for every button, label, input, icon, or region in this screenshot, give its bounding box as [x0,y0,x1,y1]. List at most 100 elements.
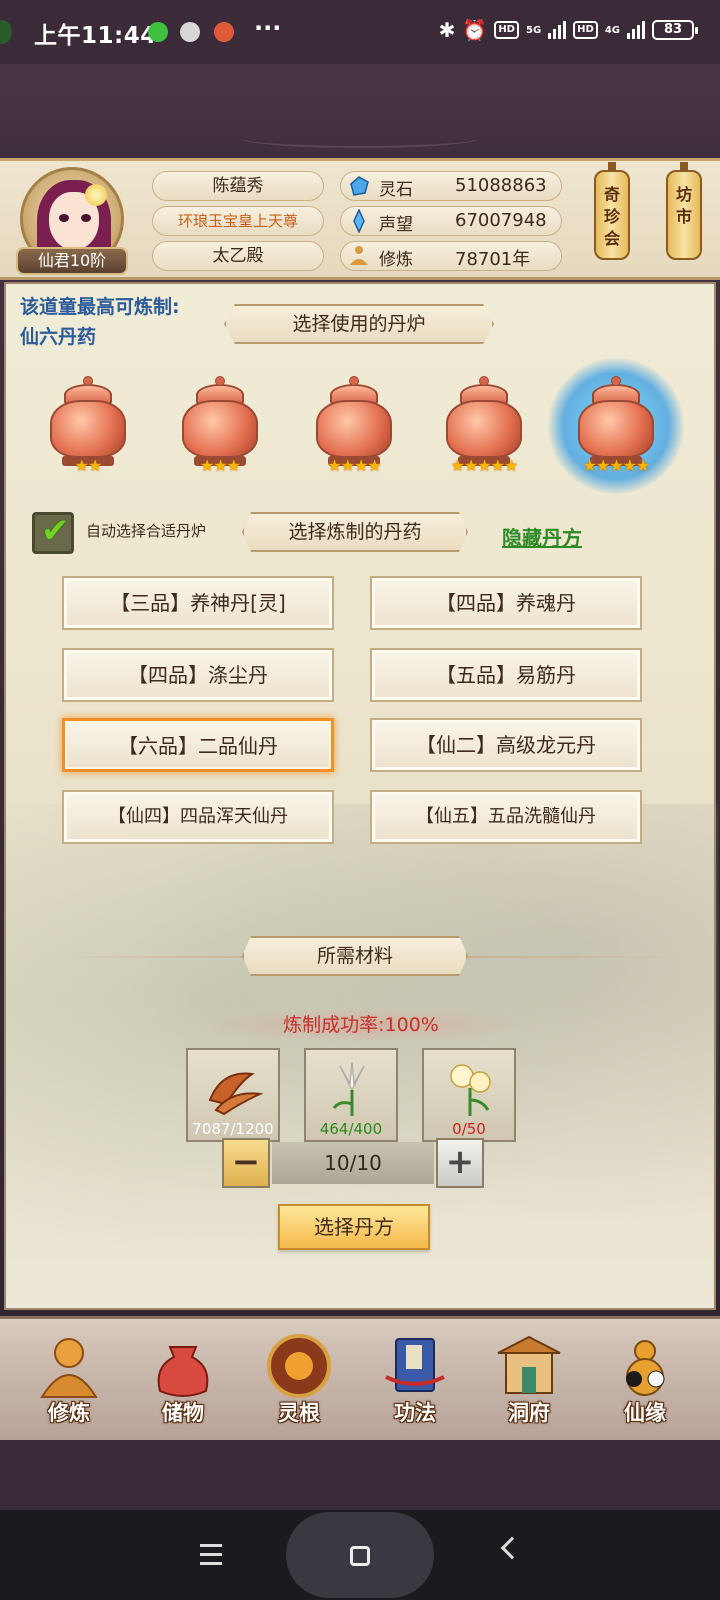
max-grade-info: 该道童最高可炼制: 仙六丹药 [20,292,180,352]
recipe-item[interactable]: 【四品】涤尘丹 [62,648,334,702]
spirit-stone-icon [350,176,369,196]
furnace-section-title: 选择使用的丹炉 [224,304,494,344]
wechat-icon [148,22,168,42]
home-icon [350,1546,370,1566]
reputation-crystal-icon [353,209,365,233]
max-grade-value: 仙六丹药 [20,326,97,348]
furnace-4-star[interactable]: ★★★★ [306,376,402,475]
app-notification-icon [180,22,200,42]
recipe-item[interactable]: 【仙五】五品洗髓仙丹 [370,790,642,844]
bag-icon [157,1346,209,1397]
hd-icon: HD [494,21,519,39]
nav-storage[interactable]: 储物 [128,1325,238,1437]
treasure-fair-button[interactable]: 奇珍会 [594,162,630,260]
decrease-button[interactable]: − [222,1138,270,1188]
material-ginseng[interactable]: 7087/1200 [186,1048,280,1142]
furnace-2-star[interactable]: ★★ [40,376,136,475]
recipe-item[interactable]: 【仙四】四品浑天仙丹 [62,790,334,844]
bluetooth-icon: ✱ [438,18,456,42]
nav-label: 储物 [162,1401,204,1425]
nav-label: 修炼 [48,1401,90,1425]
nav-cultivate[interactable]: 修炼 [14,1325,124,1437]
nav-cave-dwelling[interactable]: 洞府 [474,1325,584,1437]
ginseng-root-icon [208,1072,264,1116]
nav-technique[interactable]: 功法 [360,1325,470,1437]
cloud-ornament [240,128,480,148]
stat-value: 51088863 [455,175,547,196]
system-nav-bar [0,1510,720,1600]
recipe-item[interactable]: 【四品】养魂丹 [370,576,642,630]
furnace-body [50,400,126,458]
material-count: 464/400 [319,1120,383,1138]
furnace-5-star[interactable]: ★★★★★ [436,376,532,475]
signal-icon [548,21,567,39]
furnace-knob [83,376,93,386]
gourd-icon [626,1340,665,1396]
home-button[interactable] [286,1512,434,1598]
player-location: 太乙殿 [152,241,324,271]
recipe-item[interactable]: 【仙二】高级龙元丹 [370,718,642,772]
furnace-stars: ★★ [74,456,103,475]
furnace-knob [215,376,225,386]
meditation-icon [350,246,368,265]
signal-4g-label: 4G [604,24,620,36]
stat-value: 78701年 [455,249,531,270]
player-title: 环琅玉宝皇上天尊 [152,206,324,236]
flower-icon [85,184,107,206]
stat-label: 声望 [379,215,413,235]
auto-select-checkbox[interactable]: ✔ [32,511,74,554]
nav-fortune[interactable]: 仙缘 [590,1325,700,1437]
market-button[interactable]: 坊市 [666,162,702,260]
signal-icon-2 [627,21,645,39]
more-notifications-icon: ··· [254,14,282,42]
stat-reputation: 声望 67007948 [340,206,562,236]
recipe-item[interactable]: 【五品】易筋丹 [370,648,642,702]
yellow-lily-icon [450,1064,491,1116]
status-icons: ✱ ⏰ HD 5G HD 4G 83 [438,18,698,42]
stat-label: 灵石 [379,180,413,200]
battery-icon: 83 [652,20,698,40]
app-root: 上午11:44 ··· ✱ ⏰ HD 5G HD 4G 83 仙君10阶 陈蕴秀 [0,0,720,1600]
scripture-book-icon [385,1338,445,1392]
recipe-item[interactable]: 【三品】养神丹[灵] [62,576,334,630]
stat-cultivation: 修炼 78701年 [340,241,562,271]
hide-recipe-link[interactable]: 隐藏丹方 [502,522,582,551]
furnace-3-star[interactable]: ★★★ [172,376,268,475]
furnace-body [316,400,392,458]
stat-spirit-stone: 灵石 51088863 [340,171,562,201]
select-recipe-button[interactable]: 选择丹方 [278,1204,430,1250]
material-count: 7087/1200 [192,1120,274,1138]
bottom-spacer [0,1440,720,1510]
cultivator-icon [40,1338,98,1398]
white-lily-icon [332,1061,365,1116]
game-notification-icon [214,22,234,42]
lantern-label: 奇珍会 [603,185,620,248]
nav-label: 功法 [394,1401,436,1425]
furnace-5-star-selected[interactable]: ★★★★★ [548,358,684,494]
status-time: 上午11:44 [34,23,157,49]
nav-spirit-root[interactable]: 灵根 [244,1325,354,1437]
avatar-eye-right [81,214,91,222]
nav-label: 灵根 [278,1401,320,1425]
alarm-icon: ⏰ [462,18,488,42]
recipe-item-selected[interactable]: 【六品】二品仙丹 [62,718,334,772]
furnace-stars: ★★★ [199,456,241,475]
quantity-value[interactable]: 10/10 [272,1142,434,1184]
materials-section-title: 所需材料 [242,936,468,976]
material-white-lily[interactable]: 464/400 [304,1048,398,1142]
recipe-section-title: 选择炼制的丹药 [242,512,468,552]
hd-icon-2: HD [573,21,598,39]
menu-icon[interactable] [200,1544,222,1571]
spirit-root-icon [267,1334,331,1398]
back-icon[interactable] [500,1536,524,1560]
alchemy-panel: 该道童最高可炼制: 仙六丹药 选择使用的丹炉 ★★ ★★★ ★★★★ ★★★★★… [4,282,718,1310]
increase-button[interactable]: + [436,1138,484,1188]
stat-label: 修炼 [379,250,413,270]
bottom-nav: 修炼 储物 灵根 功法 洞府 仙缘 [0,1316,720,1440]
signal-5g-label: 5G [525,24,542,36]
nav-label: 洞府 [508,1401,550,1425]
player-name: 陈蕴秀 [152,171,324,201]
furnace-knob [349,376,359,386]
material-yellow-lily[interactable]: 0/50 [422,1048,516,1142]
app-icon [0,20,12,44]
